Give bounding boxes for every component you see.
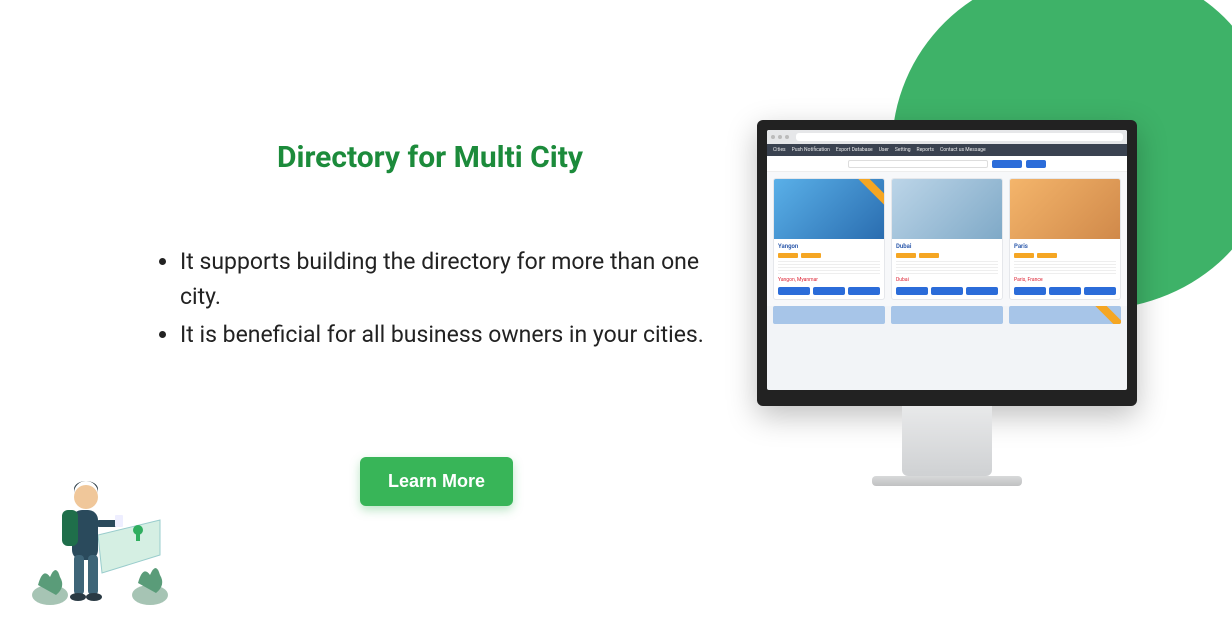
feature-list: It supports building the directory for m… xyxy=(150,245,710,353)
browser-chrome xyxy=(767,130,1127,144)
page-heading: Directory for Multi City xyxy=(150,140,710,175)
feature-item: It is beneficial for all business owners… xyxy=(180,318,710,353)
feature-item: It supports building the directory for m… xyxy=(180,245,710,314)
city-card: Yangon Yangon, Myanmar xyxy=(773,178,885,300)
search-button-mini xyxy=(992,160,1022,168)
app-nav: Cities Push Notification Export Database… xyxy=(767,144,1127,156)
learn-more-button[interactable]: Learn More xyxy=(360,457,513,506)
city-card: Paris Paris, France xyxy=(1009,178,1121,300)
reset-button-mini xyxy=(1026,160,1046,168)
search-row xyxy=(767,156,1127,172)
product-screenshot-monitor: Cities Push Notification Export Database… xyxy=(757,120,1137,486)
city-card: Dubai Dubai xyxy=(891,178,1003,300)
